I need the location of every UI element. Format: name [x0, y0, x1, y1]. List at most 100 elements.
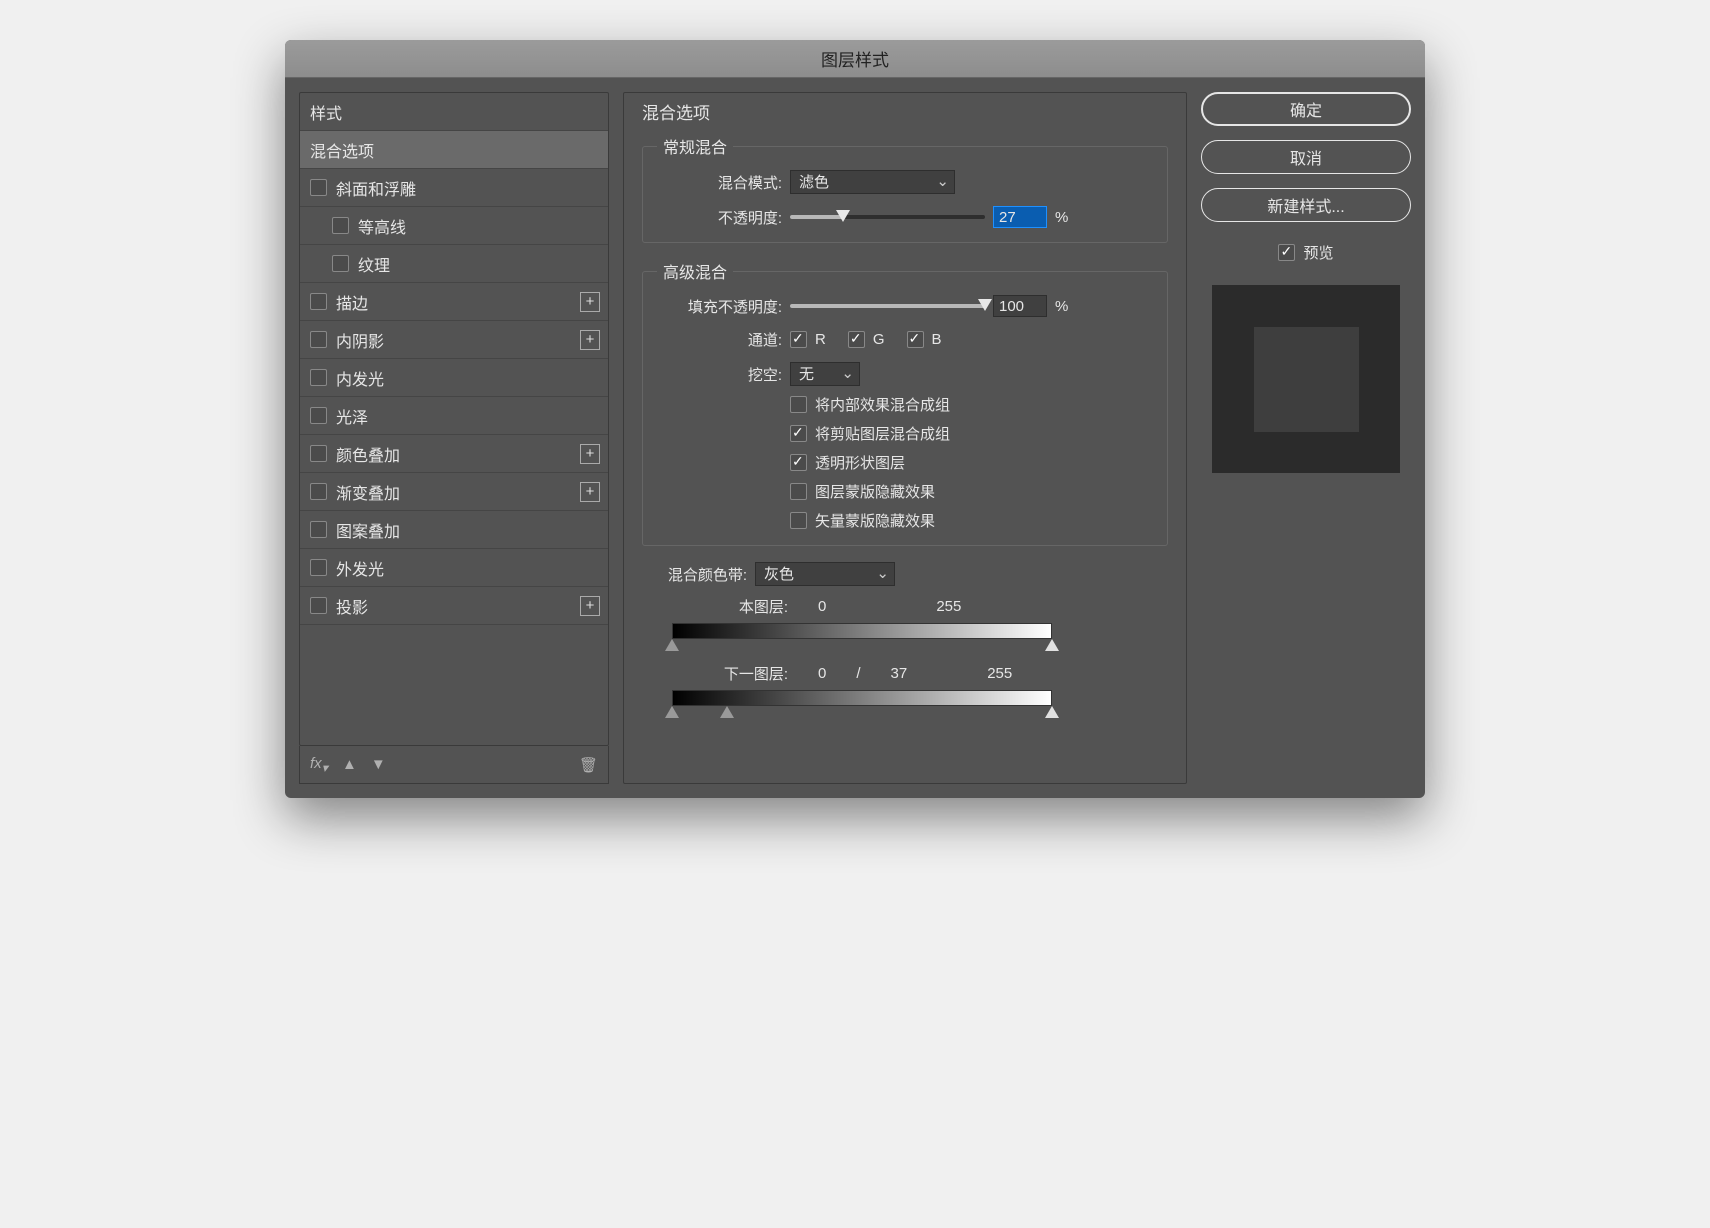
sidebar-item-bevel[interactable]: 斜面和浮雕 — [300, 169, 608, 207]
ok-button[interactable]: 确定 — [1201, 92, 1411, 126]
checkbox[interactable] — [310, 407, 327, 424]
fill-unit: % — [1055, 298, 1068, 315]
checkbox[interactable] — [310, 483, 327, 500]
sidebar-item-pattern-overlay[interactable]: 图案叠加 — [300, 511, 608, 549]
checkbox[interactable] — [310, 293, 327, 310]
fx-icon[interactable]: fx▾ — [310, 755, 328, 775]
this-low-handle[interactable] — [665, 639, 679, 651]
blend-if-label: 混合颜色带: — [642, 564, 747, 585]
sidebar-item-label: 渐变叠加 — [336, 480, 400, 504]
opacity-slider[interactable] — [790, 210, 985, 224]
channels-label: 通道: — [657, 329, 782, 350]
plus-icon[interactable]: + — [580, 596, 600, 616]
new-style-button[interactable]: 新建样式... — [1201, 188, 1411, 222]
opacity-unit: % — [1055, 209, 1068, 226]
sidebar-item-satin[interactable]: 光泽 — [300, 397, 608, 435]
fill-opacity-input[interactable] — [993, 295, 1047, 317]
checkbox[interactable] — [310, 597, 327, 614]
arrow-down-icon[interactable]: ▼ — [371, 756, 386, 773]
sidebar-item-label: 内发光 — [336, 366, 384, 390]
checkbox[interactable] — [310, 559, 327, 576]
sidebar-header[interactable]: 样式 — [300, 93, 608, 131]
sidebar-item-inner-shadow[interactable]: 内阴影 + — [300, 321, 608, 359]
advanced-legend: 高级混合 — [657, 259, 733, 283]
blend-mode-label: 混合模式: — [657, 172, 782, 193]
checkbox[interactable] — [310, 331, 327, 348]
blend-mode-select[interactable]: 滤色 — [790, 170, 955, 194]
sidebar-item-label: 投影 — [336, 594, 368, 618]
channel-r-label: R — [815, 331, 826, 348]
opt0-checkbox[interactable] — [790, 396, 807, 413]
channel-g-label: G — [873, 331, 885, 348]
checkbox[interactable] — [332, 255, 349, 272]
sidebar-item-label: 纹理 — [358, 252, 390, 276]
preview-checkbox[interactable] — [1278, 244, 1295, 261]
checkbox[interactable] — [310, 179, 327, 196]
plus-icon[interactable]: + — [580, 330, 600, 350]
opt3-checkbox[interactable] — [790, 483, 807, 500]
opt1-checkbox[interactable] — [790, 425, 807, 442]
cancel-button[interactable]: 取消 — [1201, 140, 1411, 174]
plus-icon[interactable]: + — [580, 482, 600, 502]
sidebar-item-texture[interactable]: 纹理 — [300, 245, 608, 283]
channel-b-checkbox[interactable] — [907, 331, 924, 348]
channel-r-checkbox[interactable] — [790, 331, 807, 348]
dialog-body: 样式 混合选项 斜面和浮雕 等高线 纹理 — [285, 78, 1425, 798]
opt4-checkbox[interactable] — [790, 512, 807, 529]
opt3-label: 图层蒙版隐藏效果 — [815, 481, 935, 502]
fill-opacity-label: 填充不透明度: — [657, 296, 782, 317]
this-layer-gradient[interactable] — [672, 623, 1052, 639]
channel-g-checkbox[interactable] — [848, 331, 865, 348]
sidebar-item-blending-options[interactable]: 混合选项 — [300, 131, 608, 169]
under-high: 255 — [987, 665, 1012, 682]
normal-legend: 常规混合 — [657, 134, 733, 158]
under-low2-handle[interactable] — [720, 706, 734, 718]
sidebar-item-label: 图案叠加 — [336, 518, 400, 542]
sidebar-item-contour[interactable]: 等高线 — [300, 207, 608, 245]
under-layer-gradient[interactable] — [672, 690, 1052, 706]
sidebar-item-color-overlay[interactable]: 颜色叠加 + — [300, 435, 608, 473]
blend-if-select[interactable]: 灰色 — [755, 562, 895, 586]
opt2-checkbox[interactable] — [790, 454, 807, 471]
sidebar-item-label: 颜色叠加 — [336, 442, 400, 466]
plus-icon[interactable]: + — [580, 292, 600, 312]
preview-swatch — [1254, 327, 1359, 432]
checkbox[interactable] — [310, 521, 327, 538]
under-low: 0 — [818, 665, 826, 682]
under-low-handle[interactable] — [665, 706, 679, 718]
under-high-handle[interactable] — [1045, 706, 1059, 718]
arrow-up-icon[interactable]: ▲ — [342, 756, 357, 773]
checkbox[interactable] — [310, 369, 327, 386]
sidebar-item-stroke[interactable]: 描边 + — [300, 283, 608, 321]
plus-icon[interactable]: + — [580, 444, 600, 464]
this-layer-label: 本图层: — [688, 596, 788, 617]
this-high: 255 — [936, 598, 961, 615]
this-high-handle[interactable] — [1045, 639, 1059, 651]
preview-toggle[interactable]: 预览 — [1201, 242, 1411, 263]
right-column: 确定 取消 新建样式... 预览 — [1201, 92, 1411, 784]
opt1-label: 将剪贴图层混合成组 — [815, 423, 950, 444]
window-title: 图层样式 — [821, 46, 889, 71]
sidebar-item-label: 描边 — [336, 290, 368, 314]
knockout-label: 挖空: — [657, 364, 782, 385]
sidebar-item-label: 混合选项 — [310, 138, 374, 162]
layer-style-dialog: 图层样式 样式 混合选项 斜面和浮雕 等高线 — [285, 40, 1425, 798]
opt4-label: 矢量蒙版隐藏效果 — [815, 510, 935, 531]
sidebar-item-gradient-overlay[interactable]: 渐变叠加 + — [300, 473, 608, 511]
sidebar-item-label: 光泽 — [336, 404, 368, 428]
fill-opacity-slider[interactable] — [790, 299, 985, 313]
knockout-select[interactable]: 无 — [790, 362, 860, 386]
opacity-input[interactable] — [993, 206, 1047, 228]
checkbox[interactable] — [332, 217, 349, 234]
trash-icon[interactable]: 🗑 — [579, 756, 598, 774]
checkbox[interactable] — [310, 445, 327, 462]
under-low2: 37 — [891, 665, 908, 682]
options-panel: 混合选项 常规混合 混合模式: 滤色 不透明度: — [623, 92, 1187, 784]
this-low: 0 — [818, 598, 826, 615]
sidebar-item-inner-glow[interactable]: 内发光 — [300, 359, 608, 397]
sidebar-item-drop-shadow[interactable]: 投影 + — [300, 587, 608, 625]
sidebar-toolbar: fx▾ ▲ ▼ 🗑 — [299, 746, 609, 784]
opt0-label: 将内部效果混合成组 — [815, 394, 950, 415]
panel-title: 混合选项 — [642, 99, 1168, 124]
sidebar-item-outer-glow[interactable]: 外发光 — [300, 549, 608, 587]
